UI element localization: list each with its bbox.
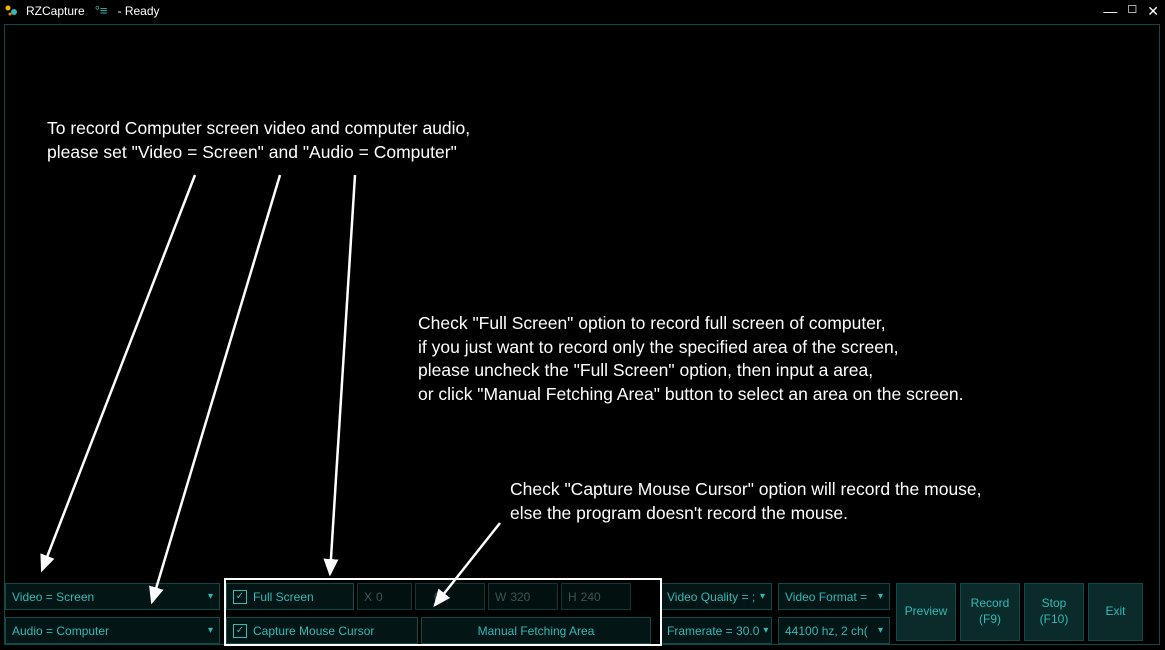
exit-label: Exit — [1105, 604, 1125, 620]
x-label: X — [364, 590, 372, 604]
chevron-down-icon: ▾ — [208, 591, 213, 602]
preview-label: Preview — [905, 604, 948, 620]
area-y-field[interactable]: Y 0 — [415, 583, 485, 610]
chevron-down-icon: ▾ — [208, 625, 213, 636]
capture-cursor-checkbox[interactable]: ✓ Capture Mouse Cursor — [226, 617, 418, 644]
chevron-down-icon: ▾ — [763, 625, 768, 636]
stop-label-2: (F10) — [1040, 612, 1069, 628]
manual-fetching-area-button[interactable]: Manual Fetching Area — [421, 617, 651, 644]
audio-source-label: Audio = Computer — [12, 624, 109, 638]
area-w-field[interactable]: W 320 — [488, 583, 558, 610]
video-quality-dropdown[interactable]: Video Quality = ; ▾ — [660, 583, 772, 610]
capture-cursor-label: Capture Mouse Cursor — [253, 624, 374, 638]
video-source-label: Video = Screen — [12, 590, 94, 604]
minimize-button[interactable]: — — [1103, 4, 1117, 18]
chevron-down-icon: ▾ — [878, 591, 883, 602]
framerate-dropdown[interactable]: Framerate = 30.0 ▾ — [660, 617, 772, 644]
y-value: 0 — [434, 590, 441, 604]
h-label: H — [568, 590, 577, 604]
framerate-label: Framerate = 30.0 — [667, 624, 759, 638]
x-value: 0 — [376, 590, 383, 604]
status-text: - Ready — [117, 4, 159, 18]
check-icon: ✓ — [233, 590, 247, 604]
check-icon: ✓ — [233, 624, 247, 638]
annotation-top: To record Computer screen video and comp… — [47, 117, 470, 164]
video-format-dropdown[interactable]: Video Format = ▾ — [778, 583, 890, 610]
title-bar: RZCapture °≡ - Ready — ☐ ✕ — [0, 0, 1165, 22]
chevron-down-icon: ▾ — [760, 591, 765, 602]
control-bar: Video = Screen ▾ Audio = Computer ▾ ✓ Fu… — [5, 583, 1159, 644]
close-button[interactable]: ✕ — [1147, 4, 1159, 18]
full-screen-label: Full Screen — [253, 590, 314, 604]
area-x-field[interactable]: X 0 — [357, 583, 412, 610]
record-label-1: Record — [971, 596, 1010, 612]
w-value: 320 — [510, 590, 530, 604]
record-button[interactable]: Record (F9) — [960, 583, 1020, 641]
video-quality-label: Video Quality = ; — [667, 590, 755, 604]
video-format-label: Video Format = — [785, 590, 867, 604]
chevron-down-icon: ▾ — [878, 625, 883, 636]
h-value: 240 — [581, 590, 601, 604]
audio-format-label: 44100 hz, 2 ch( — [785, 624, 868, 638]
record-label-2: (F9) — [979, 612, 1001, 628]
w-label: W — [495, 590, 506, 604]
full-screen-checkbox[interactable]: ✓ Full Screen — [226, 583, 354, 610]
annotation-middle: Check "Full Screen" option to record ful… — [418, 312, 964, 407]
stop-label-1: Stop — [1042, 596, 1067, 612]
video-source-dropdown[interactable]: Video = Screen ▾ — [5, 583, 220, 610]
stop-button[interactable]: Stop (F10) — [1024, 583, 1084, 641]
app-icon — [4, 3, 20, 19]
area-h-field[interactable]: H 240 — [561, 583, 631, 610]
maximize-button[interactable]: ☐ — [1127, 5, 1137, 16]
exit-button[interactable]: Exit — [1088, 583, 1143, 641]
annotation-bottom: Check "Capture Mouse Cursor" option will… — [510, 478, 982, 525]
menu-icon[interactable]: °≡ — [95, 3, 108, 18]
audio-source-dropdown[interactable]: Audio = Computer ▾ — [5, 617, 220, 644]
audio-format-dropdown[interactable]: 44100 hz, 2 ch( ▾ — [778, 617, 890, 644]
preview-button[interactable]: Preview — [896, 583, 956, 641]
app-name: RZCapture — [26, 4, 85, 18]
manual-fetch-label: Manual Fetching Area — [478, 624, 595, 638]
